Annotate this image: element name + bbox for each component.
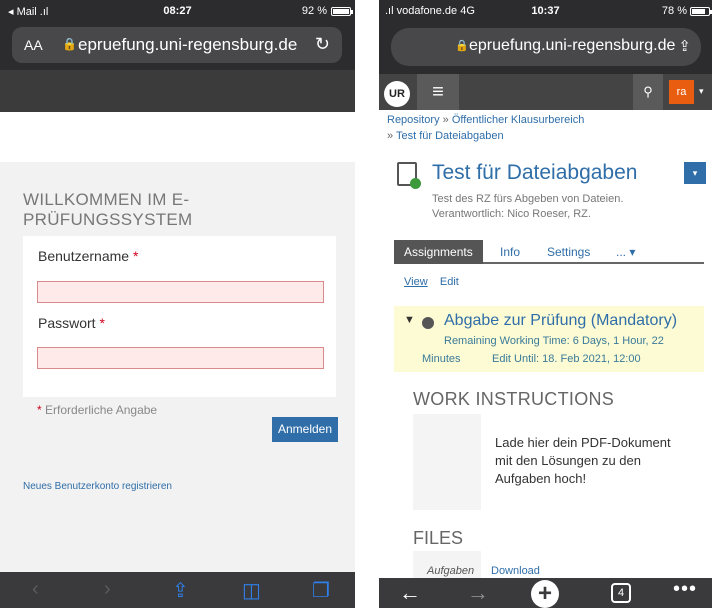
forward-icon[interactable]: →	[467, 580, 489, 606]
browser-toolbar: ← → + 4 •••	[379, 578, 712, 608]
more-icon[interactable]: •••	[673, 578, 697, 601]
username-label: Benutzername *	[38, 248, 139, 264]
url-text[interactable]: epruefung.uni-regensburg.de	[78, 35, 297, 55]
breadcrumb: Repository » Öffentlicher Klausurbereich…	[387, 114, 585, 142]
subtab-view[interactable]: View	[404, 276, 428, 288]
status-bar: .ıl vodafone.de 4G 10:37 78 %	[379, 0, 712, 22]
subtab-bar: View Edit	[404, 276, 459, 288]
chevron-down-icon[interactable]: ▾	[699, 86, 704, 97]
assignment-card: ▼ Abgabe zur Prüfung (Mandatory) Remaini…	[394, 306, 704, 372]
status-bar: ◂ Mail .ıl 08:27 92 %	[0, 0, 355, 22]
battery-icon	[331, 7, 353, 16]
page-title: WILLKOMMEN IM E-PRÜFUNGSSYSTEM	[23, 190, 193, 229]
battery-icon	[690, 7, 712, 16]
breadcrumb-item[interactable]: Test für Dateiabgaben	[396, 130, 504, 142]
breadcrumb-item[interactable]: Öffentlicher Klausurbereich	[452, 114, 584, 126]
site-header	[0, 70, 355, 112]
address-bar[interactable]: AA 🔒 epruefung.uni-regensburg.de ↻	[12, 27, 342, 63]
download-link[interactable]: Download	[481, 551, 688, 581]
status-battery-text: 78 %	[661, 5, 687, 17]
work-instructions-heading: WORK INSTRUCTIONS	[413, 389, 615, 409]
search-icon[interactable]: ⚲	[633, 74, 663, 110]
tabs-icon[interactable]: ❐	[312, 578, 330, 603]
login-form: Benutzername * Passwort *	[23, 236, 336, 397]
object-title: Test für Dateiabgaben	[432, 161, 638, 184]
back-icon[interactable]: ←	[399, 580, 421, 606]
files-heading: FILES	[413, 528, 464, 548]
back-icon[interactable]: ‹	[32, 578, 39, 601]
forward-icon[interactable]: ›	[104, 578, 111, 601]
exercise-icon	[397, 162, 421, 189]
lock-icon: 🔒	[455, 40, 469, 52]
status-dot-icon	[422, 317, 434, 329]
required-star: *	[99, 315, 105, 331]
site-banner	[0, 112, 355, 162]
required-star: *	[132, 248, 139, 264]
tab-bar: Assignments Info Settings ... ▾	[394, 240, 704, 264]
university-logo[interactable]: UR	[384, 81, 410, 107]
username-input[interactable]	[37, 281, 324, 303]
work-instructions-text: Lade hier dein PDF-Dokument mit den Lösu…	[481, 414, 688, 510]
address-bar[interactable]: 🔒 epruefung.uni-regensburg.de ⇪	[391, 28, 701, 66]
actions-dropdown-button[interactable]: ▾	[684, 162, 706, 184]
file-name: Aufgaben	[427, 565, 475, 577]
object-description: Test des RZ fürs Abgeben von Dateien. Ve…	[432, 193, 624, 220]
tab-info[interactable]: Info	[500, 240, 520, 264]
login-button[interactable]: Anmelden	[272, 417, 338, 442]
menu-icon[interactable]: ≡	[417, 74, 459, 110]
remaining-time: Remaining Working Time: 6 Days, 1 Hour, …	[444, 335, 664, 347]
new-tab-icon[interactable]: +	[531, 580, 559, 608]
site-header: UR ≡ ⚲ ra ▾	[379, 74, 712, 110]
text-size-button[interactable]: AA	[24, 37, 43, 53]
lock-icon: 🔒	[62, 37, 77, 51]
tab-settings[interactable]: Settings	[547, 240, 590, 264]
work-instructions-panel: Lade hier dein PDF-Dokument mit den Lösu…	[413, 414, 688, 510]
tab-more[interactable]: ... ▾	[616, 240, 635, 264]
share-icon[interactable]: ⇪	[172, 578, 189, 603]
collapse-icon[interactable]: ▼	[404, 314, 415, 326]
register-link[interactable]: Neues Benutzerkonto registrieren	[23, 481, 172, 492]
required-note: * Erforderliche Angabe	[37, 403, 158, 417]
breadcrumb-item[interactable]: Repository	[387, 114, 440, 126]
remaining-time-cont: Minutes	[422, 353, 461, 365]
left-phone-screen: ◂ Mail .ıl 08:27 92 % AA 🔒 epruefung.uni…	[0, 0, 355, 608]
password-label: Passwort *	[38, 315, 105, 331]
password-input[interactable]	[37, 347, 324, 369]
files-panel: Aufgaben Download	[413, 551, 688, 581]
tab-assignments[interactable]: Assignments	[394, 240, 483, 264]
subtab-edit[interactable]: Edit	[440, 276, 459, 288]
browser-toolbar: ‹ › ⇪ ◫ ❐	[0, 572, 355, 608]
url-text[interactable]: epruefung.uni-regensburg.de	[469, 37, 675, 55]
share-icon[interactable]: ⇪	[678, 37, 691, 55]
edit-until: Edit Until: 18. Feb 2021, 12:00	[492, 353, 641, 365]
avatar[interactable]: ra	[669, 80, 694, 104]
tabs-count-icon[interactable]: 4	[611, 583, 631, 603]
assignment-title[interactable]: Abgabe zur Prüfung (Mandatory)	[444, 312, 677, 330]
status-battery-text: 92 %	[301, 5, 327, 17]
bookmarks-icon[interactable]: ◫	[242, 578, 261, 603]
reload-icon[interactable]: ↻	[315, 34, 330, 55]
right-phone-screen: .ıl vodafone.de 4G 10:37 78 % 🔒 epruefun…	[379, 0, 712, 608]
